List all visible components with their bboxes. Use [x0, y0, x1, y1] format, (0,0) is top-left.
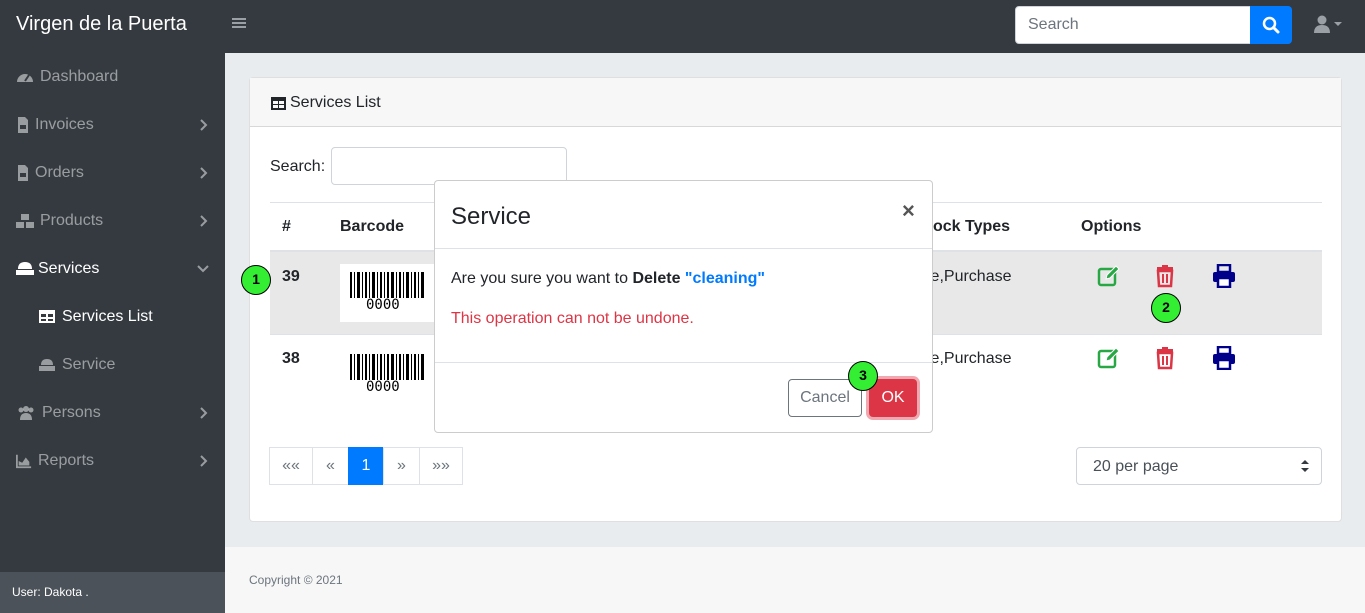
boxes-icon	[16, 214, 34, 228]
users-icon	[18, 406, 34, 420]
delete-confirm-modal: Service × Are you sure you want to Delet…	[434, 180, 933, 433]
page-1-button[interactable]: 1	[348, 447, 384, 485]
copyright-text: Copyright © 2021	[249, 573, 343, 587]
table-search-label: Search:	[270, 158, 326, 175]
modal-warning: This operation can not be undone.	[451, 310, 694, 327]
sidebar-item-dashboard[interactable]: Dashboard	[0, 53, 225, 101]
sidebar-item-label: Services	[38, 260, 100, 277]
row-stock-types: le,Purchase	[927, 350, 1012, 367]
barcode-number: 0000	[366, 379, 400, 395]
app-title[interactable]: Virgen de la Puerta	[16, 13, 187, 36]
user-menu[interactable]	[1312, 13, 1344, 37]
trash-icon[interactable]	[1153, 264, 1177, 288]
sidebar: Dashboard Invoices Orders Products Servi…	[0, 53, 225, 613]
sidebar-item-label: Invoices	[35, 116, 94, 133]
sidebar-item-invoices[interactable]: Invoices	[0, 101, 225, 149]
sidebar-item-label: Services List	[62, 308, 153, 325]
table-icon	[39, 310, 55, 323]
first-page-button[interactable]: ««	[269, 447, 313, 485]
file-invoice-icon	[18, 117, 28, 133]
previous-page-button[interactable]: «	[312, 447, 349, 485]
sidebar-item-label: Dashboard	[40, 68, 119, 85]
current-user: User: Dakota .	[12, 585, 89, 599]
chevron-right-icon	[200, 455, 208, 467]
sidebar-item-persons[interactable]: Persons	[0, 389, 225, 437]
pagination: «« « 1 » »»	[269, 447, 463, 485]
per-page-select[interactable]: 20 per page	[1076, 447, 1322, 485]
sidebar-item-service[interactable]: Service	[0, 341, 225, 389]
card-header: Services List	[250, 78, 1341, 127]
user-icon	[1314, 15, 1342, 33]
item-name: "cleaning"	[684, 270, 765, 287]
question-action: Delete	[632, 270, 681, 287]
chevron-right-icon	[200, 167, 208, 179]
sidebar-item-reports[interactable]: Reports	[0, 437, 225, 485]
top-navbar: Virgen de la Puerta	[0, 0, 1365, 53]
next-page-button[interactable]: »	[383, 447, 420, 485]
file-order-icon	[18, 165, 28, 181]
annotation-marker: 1	[241, 265, 271, 295]
print-icon[interactable]	[1212, 264, 1236, 288]
annotation-marker: 2	[1151, 293, 1181, 323]
table-icon	[271, 97, 286, 110]
sidebar-item-label: Products	[40, 212, 104, 229]
modal-header: Service ×	[435, 181, 932, 249]
search-icon	[1262, 16, 1280, 34]
sidebar-item-label: Persons	[42, 404, 101, 421]
sidebar-item-services[interactable]: Services	[0, 245, 225, 293]
column-header-stock-types[interactable]: ock Types	[933, 218, 1010, 236]
chevron-right-icon	[200, 215, 208, 227]
menu-toggle-icon[interactable]	[232, 14, 248, 34]
sidebar-item-products[interactable]: Products	[0, 197, 225, 245]
per-page-value: 20 per page	[1093, 458, 1179, 475]
chevron-right-icon	[200, 407, 208, 419]
chevron-right-icon	[200, 119, 208, 131]
row-id: 39	[282, 268, 300, 285]
page-footer: Copyright © 2021	[225, 547, 1365, 613]
select-arrows-icon	[1301, 460, 1309, 472]
column-header-options: Options	[1081, 218, 1142, 235]
chart-area-icon	[16, 454, 32, 469]
barcode-number: 0000	[366, 297, 400, 313]
chevron-down-icon	[197, 265, 209, 273]
column-header-number[interactable]: #	[282, 218, 291, 236]
row-id: 38	[282, 350, 300, 367]
barcode-image: 0000	[340, 264, 434, 322]
search-button[interactable]	[1250, 6, 1292, 44]
search-input[interactable]	[1015, 6, 1251, 44]
sidebar-item-label: Service	[62, 356, 116, 373]
modal-title: Service	[451, 203, 532, 230]
trash-icon[interactable]	[1153, 346, 1177, 370]
dashboard-icon	[17, 74, 33, 82]
sidebar-item-label: Orders	[35, 164, 84, 181]
question-prefix: Are you sure you want to	[451, 270, 628, 287]
service-icon	[39, 359, 55, 371]
close-icon[interactable]: ×	[902, 198, 915, 224]
ok-button[interactable]: OK	[869, 379, 917, 417]
barcode-image: 0000	[340, 346, 434, 404]
last-page-button[interactable]: »»	[419, 447, 463, 485]
services-icon	[16, 262, 34, 275]
row-stock-types: le,Purchase	[927, 268, 1012, 285]
sidebar-item-orders[interactable]: Orders	[0, 149, 225, 197]
column-header-barcode[interactable]: Barcode	[340, 218, 404, 236]
annotation-marker: 3	[848, 361, 878, 391]
modal-question: Are you sure you want to Delete "cleanin…	[451, 270, 765, 288]
edit-icon[interactable]	[1097, 346, 1121, 370]
card-title: Services List	[290, 94, 381, 111]
sidebar-item-label: Reports	[38, 452, 95, 469]
print-icon[interactable]	[1212, 346, 1236, 370]
edit-icon[interactable]	[1097, 264, 1121, 288]
sidebar-item-services-list[interactable]: Services List	[0, 293, 225, 341]
sidebar-footer: User: Dakota .	[0, 572, 225, 613]
